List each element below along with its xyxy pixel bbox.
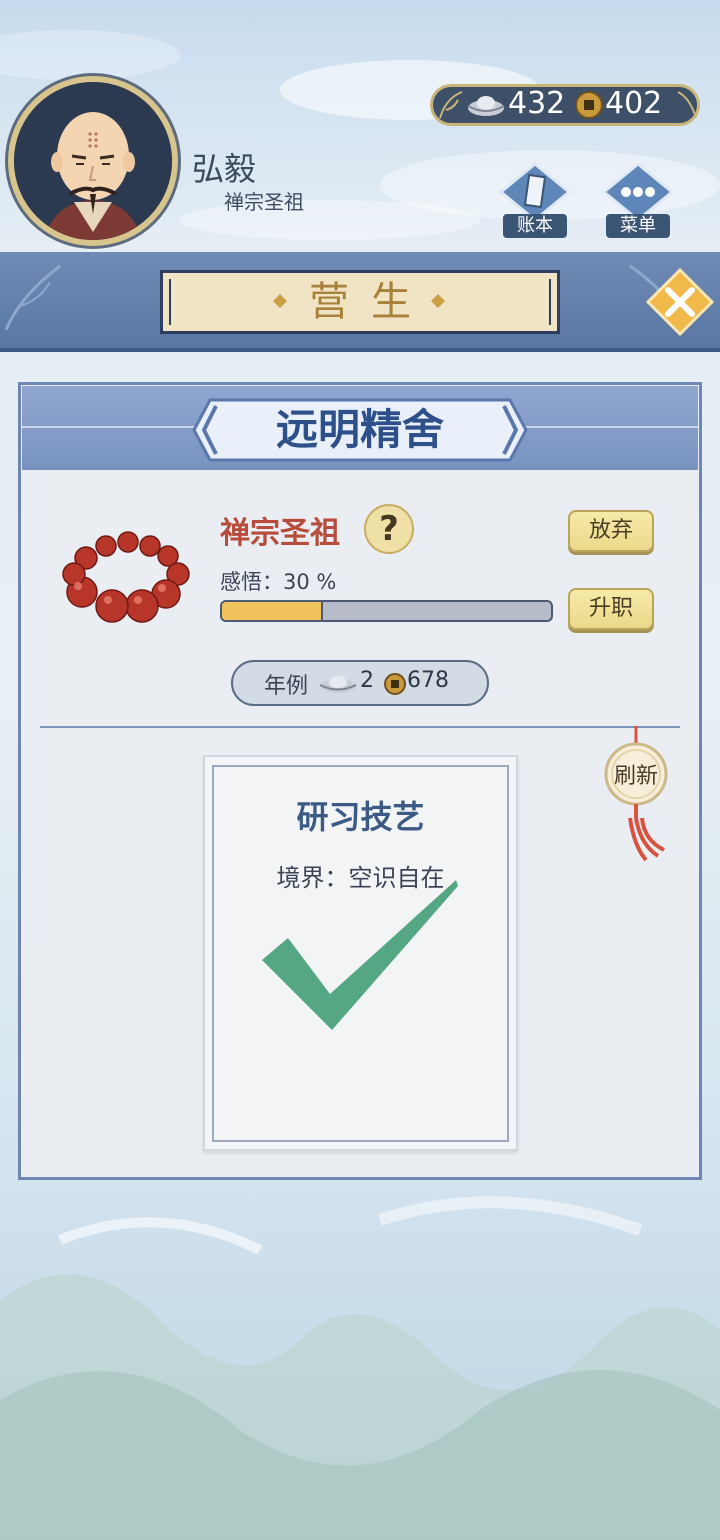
player-title: 禅宗圣祖 — [224, 190, 304, 214]
book-icon — [498, 162, 572, 222]
copper-count: 402 — [605, 86, 663, 121]
prayer-beads-icon — [62, 531, 190, 623]
menu-button[interactable]: 菜单 — [598, 162, 678, 242]
abandon-button[interactable]: 放弃 — [568, 510, 654, 552]
menu-label: 菜单 — [606, 214, 670, 238]
insight-progress-fill — [222, 602, 323, 620]
task-title: 研习技艺 — [296, 798, 425, 836]
ledger-button[interactable]: 账本 — [495, 162, 575, 242]
insight-label: 感悟：30 % — [220, 570, 337, 594]
diamond-ornament-icon — [431, 294, 445, 308]
player-avatar[interactable] — [8, 76, 178, 246]
bamboo-decoration-icon — [4, 264, 61, 331]
insight-progress-bar — [220, 600, 553, 622]
page-title: 营生 — [309, 279, 433, 325]
mountain-scenery — [0, 1196, 720, 1540]
refresh-label: 刷新 — [613, 764, 658, 789]
cloud-decoration — [0, 30, 180, 80]
close-button[interactable] — [645, 267, 715, 337]
refresh-button[interactable]: 刷新 — [600, 726, 672, 866]
bamboo-leaf-icon — [677, 91, 697, 119]
workplace-title: 远明精舍 — [275, 405, 444, 454]
promote-button[interactable]: 升职 — [568, 588, 654, 630]
copper-coin-icon — [575, 91, 603, 119]
silver-count: 432 — [508, 86, 566, 121]
silver-ingot-icon — [467, 96, 505, 116]
salary-silver: 2 — [360, 668, 374, 693]
close-icon — [645, 267, 715, 337]
more-dots-icon — [601, 162, 675, 222]
diamond-ornament-icon — [273, 294, 287, 308]
divider — [40, 726, 680, 728]
monk-portrait-icon — [14, 82, 172, 240]
salary-copper: 678 — [407, 668, 449, 693]
player-name: 弘毅 — [192, 150, 257, 188]
salary-label: 年例 — [264, 674, 309, 699]
checkmark-icon — [262, 880, 458, 1030]
position-title: 禅宗圣祖 — [220, 516, 340, 551]
jade-pendant-icon — [604, 726, 668, 862]
silver-ingot-icon — [319, 676, 357, 693]
ledger-label: 账本 — [503, 214, 567, 238]
bamboo-leaf-icon — [439, 91, 463, 119]
copper-coin-icon — [384, 673, 406, 695]
help-button[interactable]: ? — [364, 504, 414, 554]
